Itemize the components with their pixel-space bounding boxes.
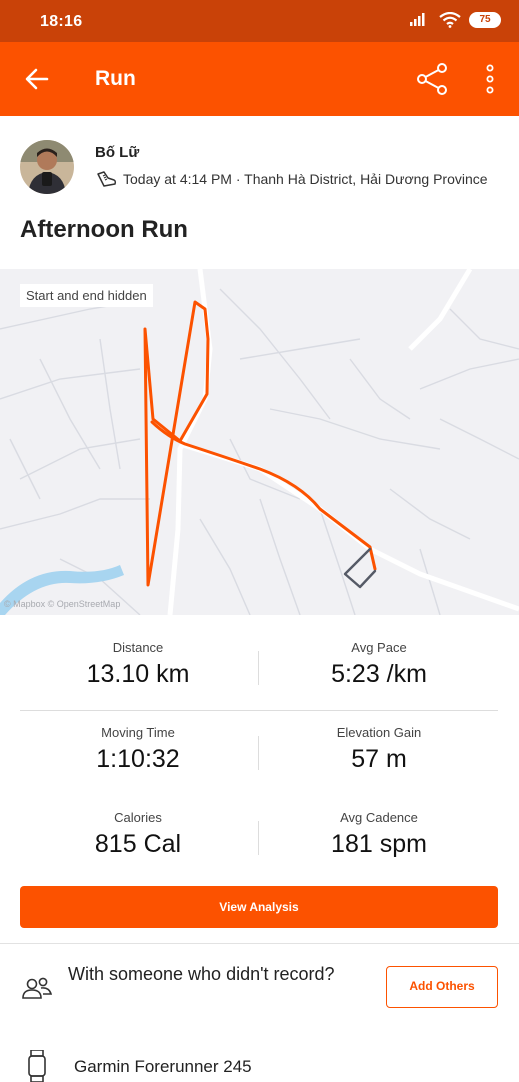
route-line-segment [150, 420, 377, 571]
stat-label: Calories [114, 810, 162, 825]
avatar[interactable] [20, 140, 74, 194]
stat-value: 57 m [351, 745, 407, 773]
stat-calories: Calories 815 Cal [38, 810, 238, 859]
activity-meta: Today at 4:14 PM · Thanh Hà District, Hả… [95, 170, 488, 188]
privacy-chip: Start and end hidden [20, 284, 153, 307]
status-time: 18:16 [40, 13, 83, 30]
group-prompt: With someone who didn't record? [68, 964, 335, 984]
stat-distance: Distance 13.10 km [38, 640, 238, 689]
athlete-name[interactable]: Bố Lữ [95, 144, 139, 161]
status-icons: 75 [409, 12, 501, 28]
activity-header: Bố Lữ Today at 4:14 PM · Thanh Hà Distri… [0, 116, 519, 268]
arrow-left-icon [25, 68, 49, 90]
status-bar: 18:16 75 [0, 0, 519, 42]
stat-value: 5:23 /km [331, 660, 427, 688]
map-canvas [0, 269, 519, 615]
device-name[interactable]: Garmin Forerunner 245 [74, 1057, 252, 1077]
stat-divider [258, 736, 259, 770]
watch-icon [28, 1050, 46, 1082]
avatar-photo [20, 140, 74, 194]
stat-avg-cadence: Avg Cadence 181 spm [279, 810, 479, 859]
stat-divider [258, 651, 259, 685]
stat-label: Avg Cadence [340, 810, 418, 825]
stats-grid: Distance 13.10 km Avg Pace 5:23 /km Movi… [0, 615, 519, 885]
stat-value: 815 Cal [94, 830, 182, 858]
activity-datetime-location: Today at 4:14 PM · Thanh Hà District, Hả… [123, 171, 488, 187]
map-streets [0, 288, 519, 615]
stats-row-divider [20, 710, 498, 711]
signal-icon [410, 13, 425, 26]
battery-icon: 75 [469, 12, 501, 28]
back-button[interactable] [20, 62, 54, 96]
stat-label: Distance [112, 640, 164, 655]
stat-label: Avg Pace [351, 640, 407, 655]
share-button[interactable] [414, 60, 452, 98]
map-main-roads [167, 269, 519, 615]
stat-moving-time: Moving Time 1:10:32 [38, 725, 238, 774]
share-icon [417, 63, 447, 95]
app-bar: Run [0, 42, 519, 116]
more-vertical-icon [486, 64, 494, 94]
stat-label: Elevation Gain [336, 725, 422, 740]
more-options-button[interactable] [478, 60, 502, 98]
shoe-icon [97, 171, 117, 187]
map-attribution[interactable]: © Mapbox © OpenStreetMap [4, 599, 120, 609]
add-others-button[interactable]: Add Others [386, 966, 498, 1008]
stat-value: 181 spm [331, 830, 427, 858]
route-map[interactable]: Start and end hidden © Mapbox © OpenStre… [0, 269, 519, 615]
page-title: Run [95, 67, 136, 90]
people-icon [22, 977, 53, 999]
stat-avg-pace: Avg Pace 5:23 /km [279, 640, 479, 689]
stat-divider [258, 821, 259, 855]
device-row: Garmin Forerunner 245 [0, 1040, 519, 1082]
activity-title: Afternoon Run [20, 216, 188, 243]
view-analysis-button[interactable]: View Analysis [20, 886, 498, 928]
stat-value: 1:10:32 [96, 745, 180, 773]
stat-value: 13.10 km [86, 660, 190, 688]
stat-elevation-gain: Elevation Gain 57 m [279, 725, 479, 774]
stat-label: Moving Time [101, 725, 175, 740]
wifi-icon [439, 12, 461, 28]
group-activity-row: With someone who didn't record? Add Othe… [0, 944, 519, 1032]
